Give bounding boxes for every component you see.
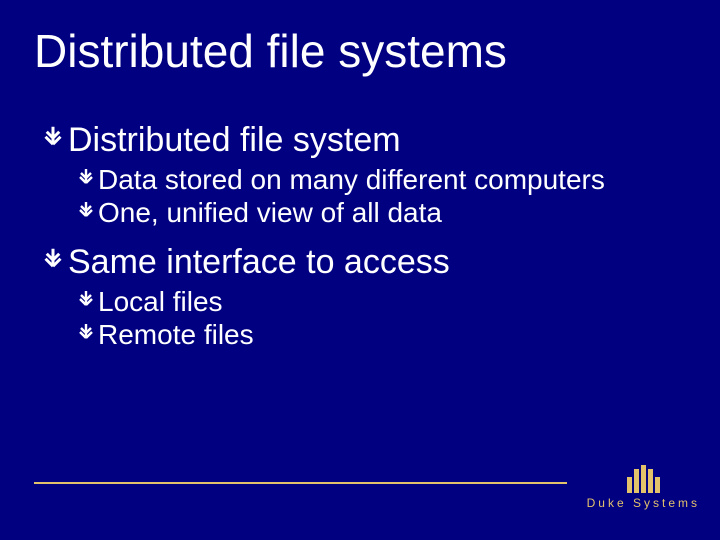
bullet-level1: Same interface to access bbox=[38, 242, 686, 283]
arrow-down-icon bbox=[74, 163, 98, 193]
bullet-level1: Distributed file system bbox=[38, 120, 686, 161]
arrow-down-icon bbox=[38, 242, 68, 278]
arrow-down-icon bbox=[38, 120, 68, 156]
bullet-text: Same interface to access bbox=[68, 242, 450, 283]
footer: Duke Systems bbox=[34, 465, 700, 510]
arrow-down-icon bbox=[74, 318, 98, 348]
bullet-text: Remote files bbox=[98, 318, 254, 352]
arrow-down-icon bbox=[74, 285, 98, 315]
bullet-level2: One, unified view of all data bbox=[74, 196, 686, 230]
footer-rule bbox=[34, 482, 567, 484]
slide-title: Distributed file systems bbox=[34, 24, 686, 78]
spacer bbox=[34, 230, 686, 242]
arrow-down-icon bbox=[74, 196, 98, 226]
bullet-text: Data stored on many different computers bbox=[98, 163, 605, 197]
bullet-level2: Remote files bbox=[74, 318, 686, 352]
logo-mark-icon bbox=[627, 465, 660, 493]
bullet-text: One, unified view of all data bbox=[98, 196, 442, 230]
bullet-level2: Data stored on many different computers bbox=[74, 163, 686, 197]
brand-logo: Duke Systems bbox=[587, 465, 700, 510]
brand-text: Duke Systems bbox=[587, 496, 700, 510]
bullet-text: Distributed file system bbox=[68, 120, 401, 161]
bullet-text: Local files bbox=[98, 285, 223, 319]
slide: Distributed file systems Distributed fil… bbox=[0, 0, 720, 540]
bullet-level2: Local files bbox=[74, 285, 686, 319]
